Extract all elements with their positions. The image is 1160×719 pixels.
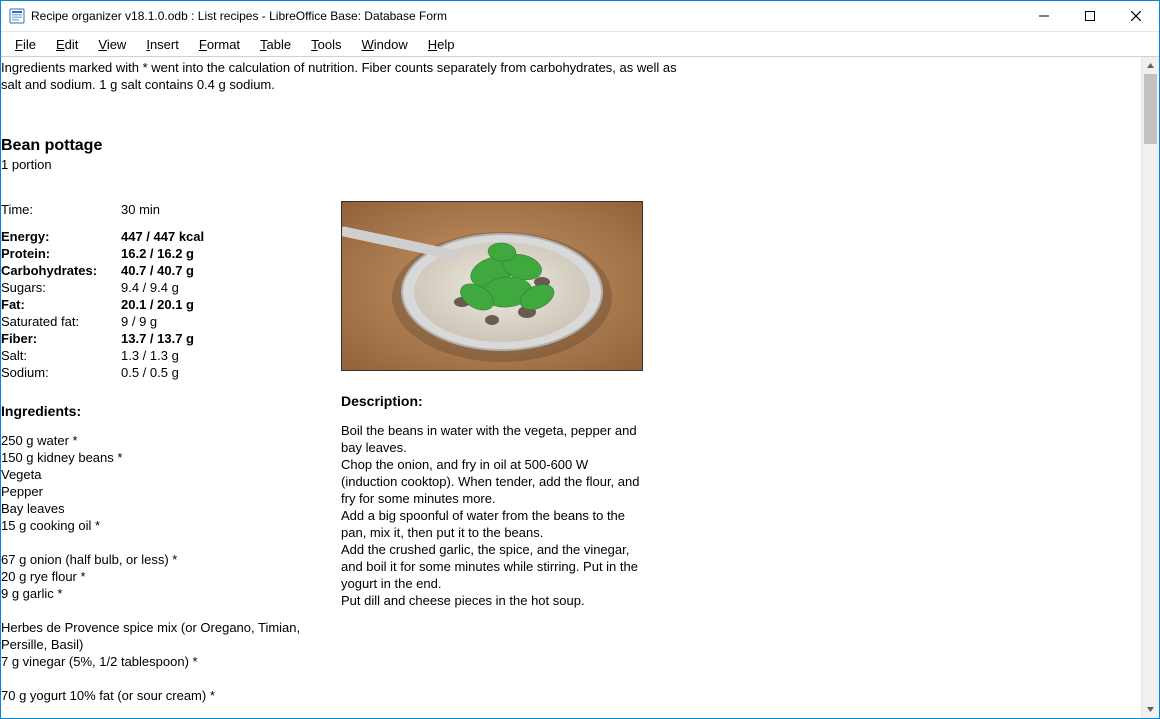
nutrition-value: 9.4 / 9.4 g [121, 279, 341, 296]
ingredients-heading: Ingredients: [1, 403, 341, 420]
nutrition-value: 16.2 / 16.2 g [121, 245, 341, 262]
nutrition-label: Fiber: [1, 330, 121, 347]
recipe-portion: 1 portion [1, 156, 1141, 173]
scroll-up-button[interactable] [1142, 57, 1159, 74]
time-value: 30 min [121, 201, 341, 218]
scrollbar-thumb[interactable] [1144, 74, 1157, 144]
menu-table[interactable]: Table [250, 35, 301, 54]
window-frame: Recipe organizer v18.1.0.odb : List reci… [0, 0, 1160, 719]
nutrition-label: Carbohydrates: [1, 262, 121, 279]
window-title: Recipe organizer v18.1.0.odb : List reci… [31, 9, 1021, 23]
document-content: Ingredients marked with * went into the … [1, 57, 1141, 718]
nutrition-label: Sodium: [1, 364, 121, 381]
note-line-1: Ingredients marked with * went into the … [1, 59, 1141, 76]
nutrition-value: 447 / 447 kcal [121, 228, 341, 245]
scroll-down-button[interactable] [1142, 701, 1159, 718]
menu-view[interactable]: View [88, 35, 136, 54]
nutrition-label: Protein: [1, 245, 121, 262]
menu-edit[interactable]: Edit [46, 35, 88, 54]
maximize-button[interactable] [1067, 1, 1113, 31]
menu-tools[interactable]: Tools [301, 35, 351, 54]
description-text: Boil the beans in water with the vegeta,… [341, 422, 641, 609]
nutrition-value: 9 / 9 g [121, 313, 341, 330]
note-text: Ingredients marked with * went into the … [1, 57, 1141, 93]
nutrition-label: Sugars: [1, 279, 121, 296]
content-wrap: Ingredients marked with * went into the … [1, 57, 1159, 718]
recipe-image [341, 201, 643, 371]
nutrition-value: 0.5 / 0.5 g [121, 364, 341, 381]
menu-file[interactable]: File [5, 35, 46, 54]
ingredients-list: 250 g water * 150 g kidney beans * Veget… [1, 432, 341, 704]
menu-format[interactable]: Format [189, 35, 250, 54]
nutrition-value: 13.7 / 13.7 g [121, 330, 341, 347]
nutrition-label: Fat: [1, 296, 121, 313]
app-icon [9, 8, 25, 24]
nutrition-value: 1.3 / 1.3 g [121, 347, 341, 364]
scrollbar-track[interactable] [1142, 74, 1159, 701]
nutrition-label: Salt: [1, 347, 121, 364]
menubar: File Edit View Insert Format Table Tools… [1, 32, 1159, 57]
vertical-scrollbar[interactable] [1141, 57, 1159, 718]
recipe-title: Bean pottage [1, 137, 1141, 154]
minimize-button[interactable] [1021, 1, 1067, 31]
note-line-2: salt and sodium. 1 g salt contains 0.4 g… [1, 76, 1141, 93]
menu-insert[interactable]: Insert [136, 35, 189, 54]
titlebar: Recipe organizer v18.1.0.odb : List reci… [1, 1, 1159, 32]
nutrition-label: Energy: [1, 228, 121, 245]
nutrition-table: Time: 30 min Energy:447 / 447 kcalProtei… [1, 201, 341, 381]
close-button[interactable] [1113, 1, 1159, 31]
time-label: Time: [1, 201, 121, 218]
window-controls [1021, 1, 1159, 31]
description-heading: Description: [341, 393, 641, 410]
nutrition-label: Saturated fat: [1, 313, 121, 330]
menu-help[interactable]: Help [418, 35, 465, 54]
nutrition-value: 20.1 / 20.1 g [121, 296, 341, 313]
nutrition-value: 40.7 / 40.7 g [121, 262, 341, 279]
menu-window[interactable]: Window [351, 35, 417, 54]
